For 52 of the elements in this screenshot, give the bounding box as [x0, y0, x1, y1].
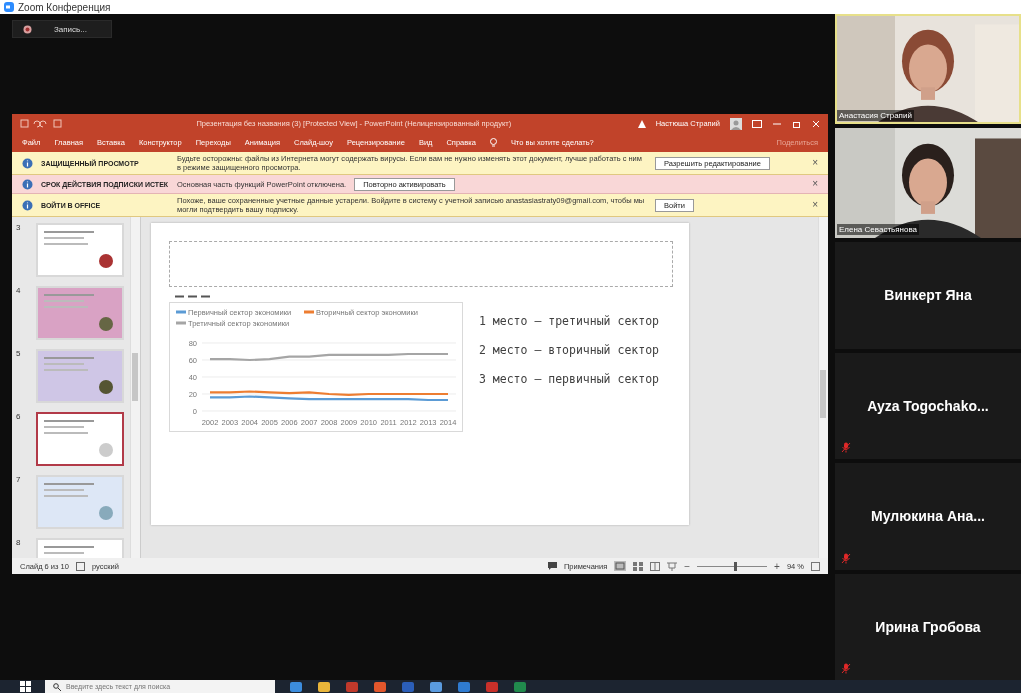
participant-name: Ирина Гробова: [875, 618, 981, 635]
taskbar-app-icon[interactable]: [317, 681, 331, 692]
participant-name: Винкерт Яна: [884, 287, 972, 304]
slide-number: 4: [16, 286, 22, 295]
participant-name: Анастасия Страпий: [837, 110, 914, 121]
slide-number: 8: [16, 538, 22, 547]
avatar-icon[interactable]: [730, 117, 742, 130]
lightbulb-icon: [489, 137, 497, 148]
restore-icon[interactable]: [792, 119, 802, 128]
info-icon: [22, 178, 33, 190]
record-icon: [23, 24, 32, 34]
slideshow-icon[interactable]: [667, 561, 678, 571]
slide-thumbnail[interactable]: [36, 412, 124, 466]
sorter-view-icon[interactable]: [633, 561, 644, 571]
participant-name: Елена Севастьянова: [837, 224, 920, 235]
participant-name: Ayza Togochako...: [867, 397, 989, 414]
window-title: Zoom Конференция: [18, 1, 111, 13]
windows-start-icon[interactable]: [20, 681, 31, 692]
slide-number: 6: [16, 412, 22, 421]
title-placeholder[interactable]: [169, 241, 673, 287]
info-icon: [22, 157, 33, 169]
search-icon: [53, 682, 61, 691]
ranking-text: 2 место – вторичный сектор: [479, 343, 659, 357]
fit-slide-icon[interactable]: [811, 561, 820, 571]
taskbar-app-icon[interactable]: [429, 681, 443, 692]
recording-label: Запись...: [54, 24, 87, 34]
warning-icon: [637, 119, 646, 128]
taskbar-app-icon[interactable]: [513, 681, 527, 692]
ranking-text: 1 место – третичный сектор: [479, 314, 659, 328]
ranking-text: 3 место – первичный сектор: [479, 372, 659, 386]
slide-number: 3: [16, 223, 22, 232]
slide-number: 7: [16, 475, 22, 484]
comment-icon: [547, 562, 557, 570]
taskbar-app-icon[interactable]: [289, 681, 303, 692]
taskbar-app-icon[interactable]: [457, 681, 471, 692]
ribbon-display-icon[interactable]: [752, 119, 762, 128]
dash-line: [175, 295, 211, 298]
close-button[interactable]: ×: [812, 179, 818, 189]
normal-view-icon[interactable]: [614, 561, 627, 571]
close-button[interactable]: ×: [812, 158, 818, 168]
close-icon[interactable]: [812, 119, 820, 128]
participant-name: Мулюкина Ана...: [871, 508, 985, 525]
close-button[interactable]: ×: [812, 200, 818, 210]
recording-indicator[interactable]: Запись...: [12, 20, 112, 38]
spellcheck-icon[interactable]: [75, 561, 85, 571]
zoom-slider-thumb[interactable]: [734, 561, 738, 571]
zoom-out-button[interactable]: −: [684, 560, 691, 572]
info-icon: [22, 199, 33, 211]
zoom-in-button[interactable]: +: [774, 560, 780, 572]
slide-number: 5: [16, 349, 22, 358]
reading-view-icon[interactable]: [650, 561, 661, 571]
taskbar-app-icon[interactable]: [373, 681, 387, 692]
